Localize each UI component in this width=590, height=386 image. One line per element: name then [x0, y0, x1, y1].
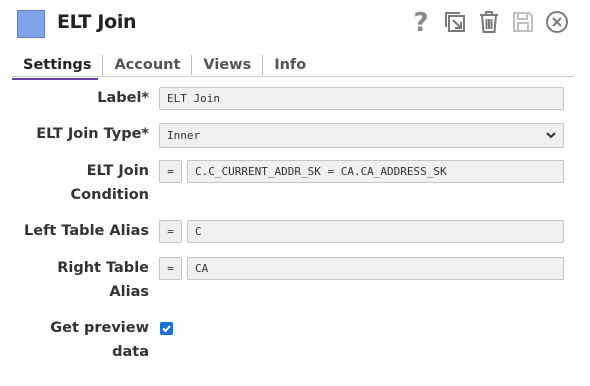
save-icon[interactable]: [508, 7, 538, 37]
preview-label: Get preview data: [50, 316, 149, 364]
right-alias-input[interactable]: CA: [187, 257, 564, 280]
right-alias-label-line1: Right Table: [57, 260, 149, 276]
header-toolbar: ?: [406, 7, 572, 37]
tab-bar: Settings Account Views Info: [12, 54, 317, 80]
preview-label-line2: data: [112, 344, 149, 360]
close-icon[interactable]: [542, 7, 572, 37]
join-condition-input[interactable]: C.C_CURRENT_ADDR_SK = CA.CA_ADDRESS_SK: [187, 160, 564, 183]
preview-label-line1: Get preview: [50, 320, 149, 336]
join-type-select[interactable]: Inner: [159, 123, 564, 148]
svg-text:?: ?: [413, 9, 428, 35]
join-condition-expression-toggle[interactable]: =: [159, 160, 182, 183]
join-condition-label-line1: ELT Join: [86, 163, 149, 179]
left-alias-label: Left Table Alias: [24, 223, 149, 239]
left-alias-input[interactable]: C: [187, 220, 564, 243]
tab-account[interactable]: Account: [102, 55, 191, 75]
join-condition-label: ELT Join Condition: [71, 159, 149, 207]
join-type-label: ELT Join Type*: [36, 126, 149, 142]
checkmark-icon: [162, 325, 171, 333]
help-icon[interactable]: ?: [406, 7, 436, 37]
preview-checkbox[interactable]: [160, 322, 173, 335]
tab-divider: [12, 76, 574, 77]
tab-info[interactable]: Info: [262, 55, 317, 75]
snap-color-swatch: [17, 10, 45, 38]
tab-views[interactable]: Views: [191, 55, 262, 75]
right-alias-expression-toggle[interactable]: =: [159, 257, 182, 280]
trash-icon[interactable]: [474, 7, 504, 37]
right-alias-label-line2: Alias: [109, 284, 149, 300]
export-icon[interactable]: [440, 7, 470, 37]
right-alias-label: Right Table Alias: [57, 256, 149, 304]
dialog-header: ELT Join ?: [0, 0, 590, 50]
tab-settings[interactable]: Settings: [12, 55, 102, 80]
chevron-down-icon: [546, 132, 556, 139]
left-alias-expression-toggle[interactable]: =: [159, 220, 182, 243]
join-condition-label-line2: Condition: [70, 187, 149, 203]
dialog-title: ELT Join: [57, 11, 137, 33]
label-field-label: Label*: [97, 90, 149, 106]
label-input[interactable]: ELT Join: [159, 87, 564, 110]
join-type-value: Inner: [167, 129, 201, 142]
